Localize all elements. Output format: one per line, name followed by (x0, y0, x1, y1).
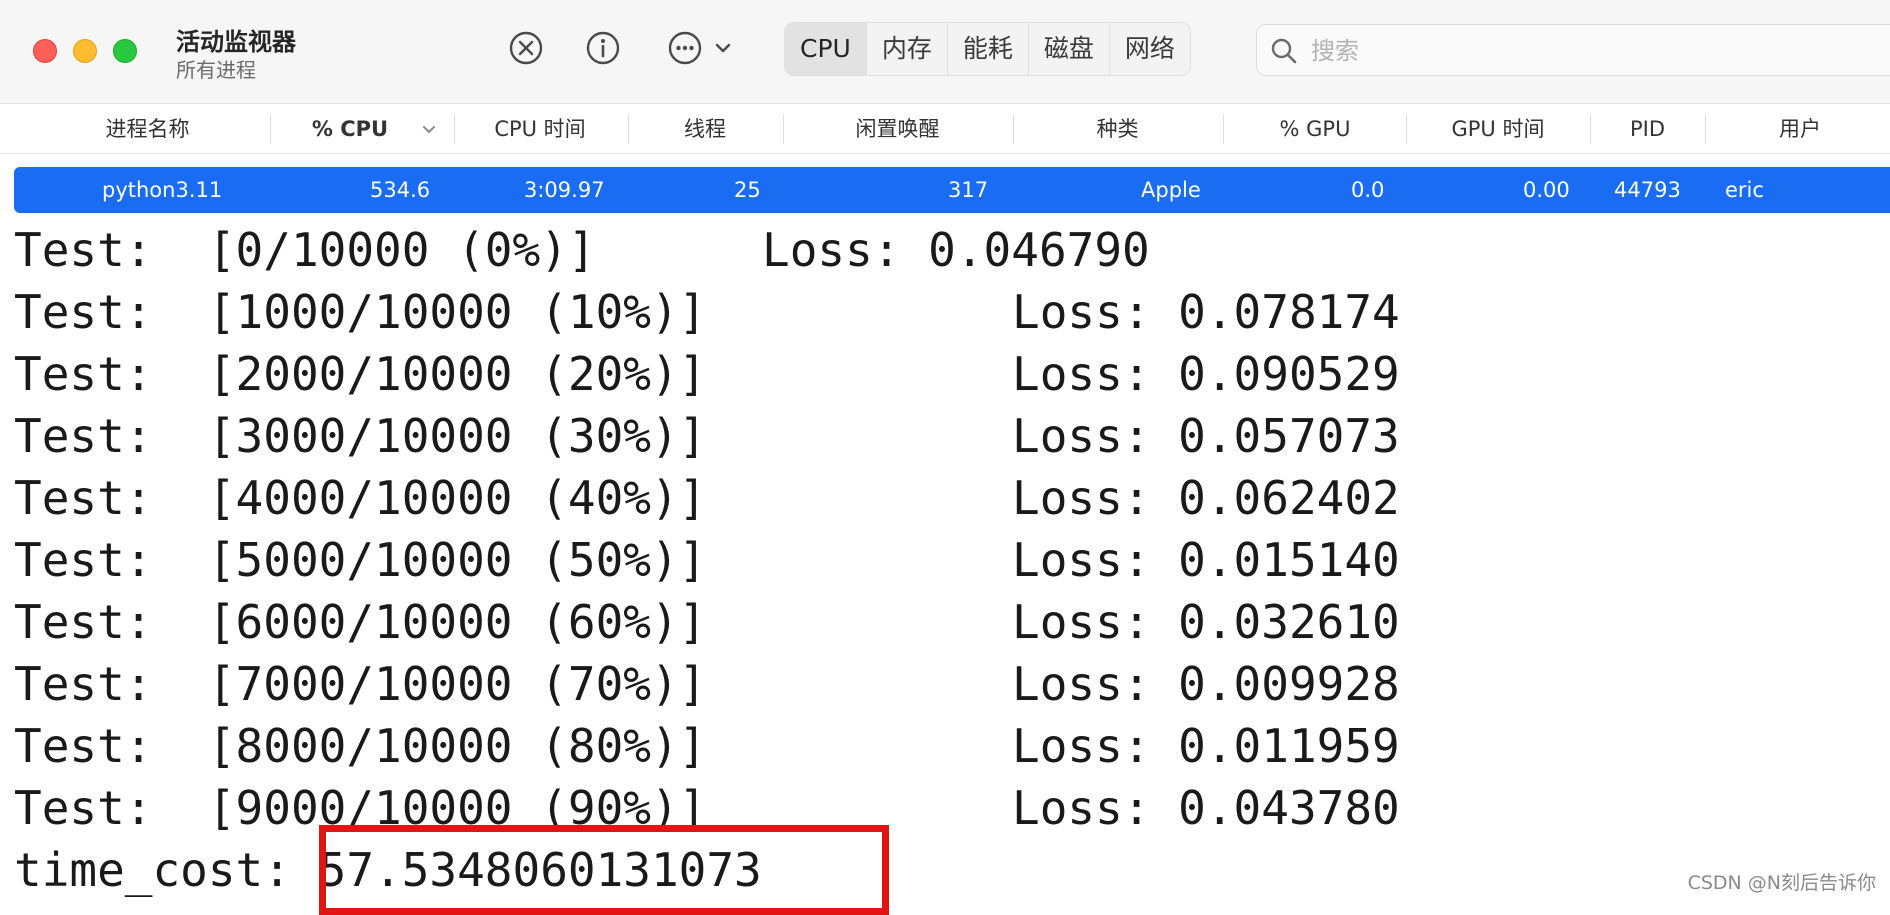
column-process-name[interactable]: 进程名称 (60, 104, 235, 154)
column-divider (1223, 114, 1224, 144)
terminal-output: Test: [0/10000 (0%)] Loss: 0.046790 Test… (14, 222, 1890, 900)
column-kind[interactable]: 种类 (1025, 104, 1210, 154)
tab-memory[interactable]: 内存 (867, 23, 948, 75)
cell-kind: Apple (1141, 178, 1201, 202)
stop-process-button[interactable] (508, 30, 544, 66)
column-cpu-time[interactable]: CPU 时间 (465, 104, 615, 154)
chevron-down-icon (423, 126, 435, 133)
column-divider (1406, 114, 1407, 144)
tab-disk[interactable]: 磁盘 (1029, 23, 1110, 75)
cell-process-name: python3.11 (102, 178, 223, 202)
loss-value: Loss: 0.062402 (1012, 471, 1400, 525)
cell-cpu-time: 3:09.97 (524, 178, 605, 202)
search-icon (1271, 38, 1297, 64)
inspect-process-button[interactable] (585, 30, 621, 66)
terminal-line: Test: [5000/10000 (50%)] (14, 533, 707, 587)
minimize-window-button[interactable] (73, 39, 97, 63)
loss-value: Loss: 0.043780 (1012, 781, 1400, 835)
loss-value: Loss: 0.032610 (1012, 595, 1400, 649)
loss-value: Loss: 0.009928 (1012, 657, 1400, 711)
cell-cpu-percent: 534.6 (370, 178, 431, 202)
column-gpu-percent[interactable]: % GPU (1235, 104, 1395, 154)
search-field[interactable] (1256, 24, 1890, 76)
column-idle-wakeups[interactable]: 闲置唤醒 (795, 104, 1000, 154)
loss-value: Loss: 0.046790 (762, 223, 1150, 277)
zoom-window-button[interactable] (113, 39, 137, 63)
tab-cpu[interactable]: CPU (785, 23, 867, 75)
terminal-line: Test: [2000/10000 (20%)] (14, 347, 707, 401)
window-subtitle: 所有进程 (176, 58, 256, 82)
close-window-button[interactable] (33, 39, 57, 63)
column-divider (1013, 114, 1014, 144)
terminal-line: Test: [3000/10000 (30%)] (14, 409, 707, 463)
tab-network[interactable]: 网络 (1110, 23, 1190, 75)
watermark: CSDN @N刻后告诉你 (1687, 872, 1876, 894)
column-divider (628, 114, 629, 144)
cell-threads: 25 (734, 178, 761, 202)
tab-energy[interactable]: 能耗 (948, 23, 1029, 75)
column-pid[interactable]: PID (1600, 104, 1695, 154)
cell-gpu-time: 0.00 (1523, 178, 1570, 202)
loss-value: Loss: 0.057073 (1012, 409, 1400, 463)
column-threads[interactable]: 线程 (640, 104, 770, 154)
terminal-line: Test: [7000/10000 (70%)] (14, 657, 707, 711)
loss-value: Loss: 0.015140 (1012, 533, 1400, 587)
column-divider (1590, 114, 1591, 144)
column-divider (454, 114, 455, 144)
column-user[interactable]: 用户 (1720, 104, 1880, 154)
ellipsis-circle-icon (668, 31, 731, 65)
search-input[interactable] (1309, 31, 1873, 71)
loss-value: Loss: 0.078174 (1012, 285, 1400, 339)
highlight-box (319, 825, 889, 915)
info-circle-icon (586, 31, 620, 65)
terminal-line: Test: [8000/10000 (80%)] (14, 719, 707, 773)
column-divider (783, 114, 784, 144)
window-title: 活动监视器 (176, 28, 296, 56)
more-actions-button[interactable] (667, 30, 737, 66)
x-circle-icon (509, 31, 543, 65)
toolbar: 活动监视器 所有进程 CPU 内存 能耗 磁盘 网络 (0, 0, 1890, 103)
loss-value: Loss: 0.090529 (1012, 347, 1400, 401)
table-row[interactable]: python3.11 534.6 3:09.97 25 317 Apple 0.… (14, 167, 1890, 213)
column-divider (1705, 114, 1706, 144)
loss-value: Loss: 0.011959 (1012, 719, 1400, 773)
column-gpu-time[interactable]: GPU 时间 (1418, 104, 1578, 154)
table-header: 进程名称 % CPU CPU 时间 线程 闲置唤醒 种类 % GPU GPU 时… (0, 104, 1890, 154)
category-tabs: CPU 内存 能耗 磁盘 网络 (784, 22, 1191, 76)
terminal-line: Test: [4000/10000 (40%)] (14, 471, 707, 525)
cell-user: eric (1725, 178, 1764, 202)
cell-gpu-percent: 0.0 (1351, 178, 1385, 202)
terminal-line: Test: [1000/10000 (10%)] (14, 285, 707, 339)
cell-idle-wakeups: 317 (948, 178, 989, 202)
column-cpu-percent[interactable]: % CPU (280, 104, 420, 154)
cell-pid: 44793 (1614, 178, 1681, 202)
terminal-line: Test: [6000/10000 (60%)] (14, 595, 707, 649)
terminal-line: Test: [0/10000 (0%)] (14, 223, 596, 277)
column-divider (270, 114, 271, 144)
